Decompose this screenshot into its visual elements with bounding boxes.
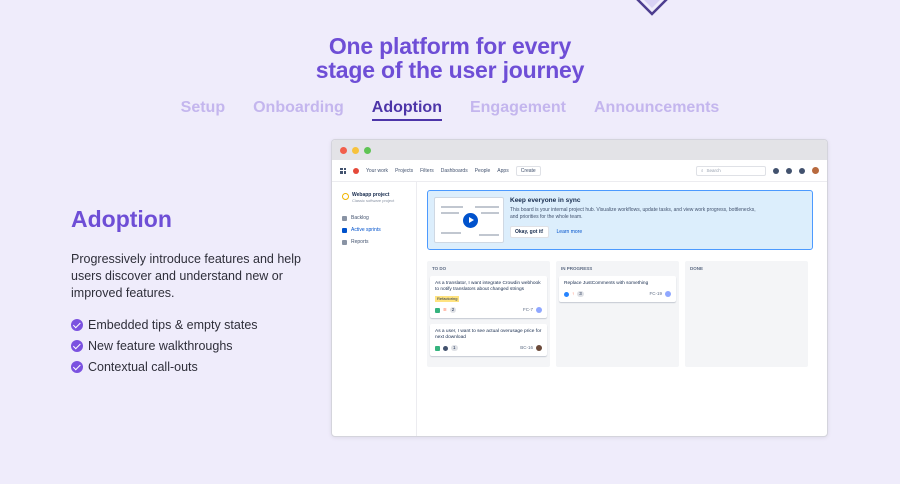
onboarding-banner: Keep everyone in sync This board is your… [427,190,813,250]
feature-item: Embedded tips & empty states [71,318,311,332]
sidebar-item-backlog[interactable]: Backlog [342,215,416,221]
search-icon: ⌕ [701,168,704,173]
feature-label: Embedded tips & empty states [88,318,258,332]
assignee-avatar [536,345,542,351]
reports-icon [342,239,347,245]
issue-card[interactable]: As a user, I want to see actual overusag… [430,324,547,356]
banner-title: Keep everyone in sync [510,197,581,204]
sidebar-item-label: Reports [351,239,369,245]
issue-summary: As a user, I want to see actual overusag… [435,329,542,340]
project-type: Classic software project [352,198,395,203]
assignee-avatar [536,307,542,313]
sidebar-item-label: Backlog [351,215,369,221]
column-in-progress: IN PROGRESS Replace JustComments with so… [556,261,679,367]
section-heading: Adoption [71,206,172,232]
board-main: Keep everyone in sync This board is your… [417,182,827,436]
decorative-v-shape [636,0,668,16]
nav-apps[interactable]: Apps [497,168,508,174]
sidebar-item-active-sprints[interactable]: Active sprints [342,227,416,233]
feature-item: New feature walkthroughs [71,339,311,353]
sidebar-item-reports[interactable]: Reports [342,239,416,245]
nav-your-work[interactable]: Your work [366,168,388,174]
play-icon[interactable] [463,213,478,228]
column-title: IN PROGRESS [561,266,593,271]
sidebar-item-label: Active sprints [351,227,381,233]
issue-card[interactable]: As a translator, I want integrate Crowdi… [430,276,547,318]
app-top-nav: Your work Projects Filters Dashboards Pe… [332,160,827,182]
user-avatar[interactable] [812,167,819,174]
section-content: Adoption Progressively introduce feature… [71,206,311,381]
issue-summary: As a translator, I want integrate Crowdi… [435,281,541,292]
project-icon [342,193,349,200]
priority-icon: ≋ [443,307,447,312]
banner-body: This board is your internal project hub.… [510,207,756,220]
issue-card[interactable]: Replace JustComments with something ↑ 3 … [559,276,676,302]
tab-announcements[interactable]: Announcements [594,99,719,121]
feature-label: New feature walkthroughs [88,339,233,353]
create-button[interactable]: Create [515,165,541,176]
window-titlebar [332,140,827,160]
project-header[interactable]: Webapp project Classic software project [342,192,416,204]
video-thumbnail[interactable] [434,197,504,243]
sprint-board: TO DO As a translator, I want integrate … [427,261,813,367]
story-icon [435,345,440,351]
close-dot-icon[interactable] [340,146,347,154]
hero-title-line1: One platform for every [328,33,572,59]
column-title: TO DO [432,266,447,271]
minimize-dot-icon[interactable] [352,146,359,154]
okay-got-it-button[interactable]: Okay, got it! [510,226,549,238]
tab-onboarding[interactable]: Onboarding [253,99,344,121]
issue-label: Refactoring [435,296,460,302]
feature-label: Contextual call-outs [88,360,198,374]
tab-setup[interactable]: Setup [181,99,225,121]
issue-key: FC-19 [649,291,662,296]
learn-more-link[interactable]: Learn more [557,229,583,235]
priority-up-icon: ↑ [572,291,575,296]
journey-tabs: Setup Onboarding Adoption Engagement Ann… [0,99,900,121]
check-icon [71,340,83,352]
hero-title: One platform for every stage of the user… [0,34,900,82]
tab-engagement[interactable]: Engagement [470,99,566,121]
issue-key: FC-7 [523,307,533,312]
task-icon [564,291,569,297]
settings-gear-icon[interactable] [799,167,805,174]
tab-adoption[interactable]: Adoption [371,99,442,121]
app-body: Webapp project Classic software project … [332,182,827,436]
board-icon [342,227,347,233]
issue-summary: Replace JustComments with something [564,281,649,286]
app-switcher-icon[interactable] [340,167,346,174]
check-icon [71,361,83,373]
hero-title-line2: stage of the user journey [315,57,585,83]
backlog-icon [342,215,347,221]
assignee-avatar [665,291,671,297]
column-done: DONE [685,261,808,367]
check-icon [71,319,83,331]
search-placeholder: Search [706,168,721,173]
nav-filters[interactable]: Filters [420,168,434,174]
story-icon [435,307,440,313]
notifications-icon[interactable] [773,167,779,174]
story-points: 1 [451,345,458,351]
feature-item: Contextual call-outs [71,360,311,374]
story-points: 2 [449,307,457,313]
app-logo-icon[interactable] [353,167,359,174]
nav-projects[interactable]: Projects [395,168,413,174]
search-input[interactable]: ⌕ Search [696,165,766,176]
app-window: Your work Projects Filters Dashboards Pe… [331,139,828,437]
column-title: DONE [690,266,704,271]
story-points: 3 [577,291,584,297]
maximize-dot-icon[interactable] [364,146,371,154]
nav-people[interactable]: People [475,168,491,174]
priority-icon [443,345,448,351]
column-todo: TO DO As a translator, I want integrate … [427,261,550,367]
issue-key: BC-16 [520,345,533,350]
nav-dashboards[interactable]: Dashboards [441,168,468,174]
section-description: Progressively introduce features and hel… [71,252,301,300]
help-icon[interactable] [786,167,792,174]
app-sidebar: Webapp project Classic software project … [332,182,417,436]
